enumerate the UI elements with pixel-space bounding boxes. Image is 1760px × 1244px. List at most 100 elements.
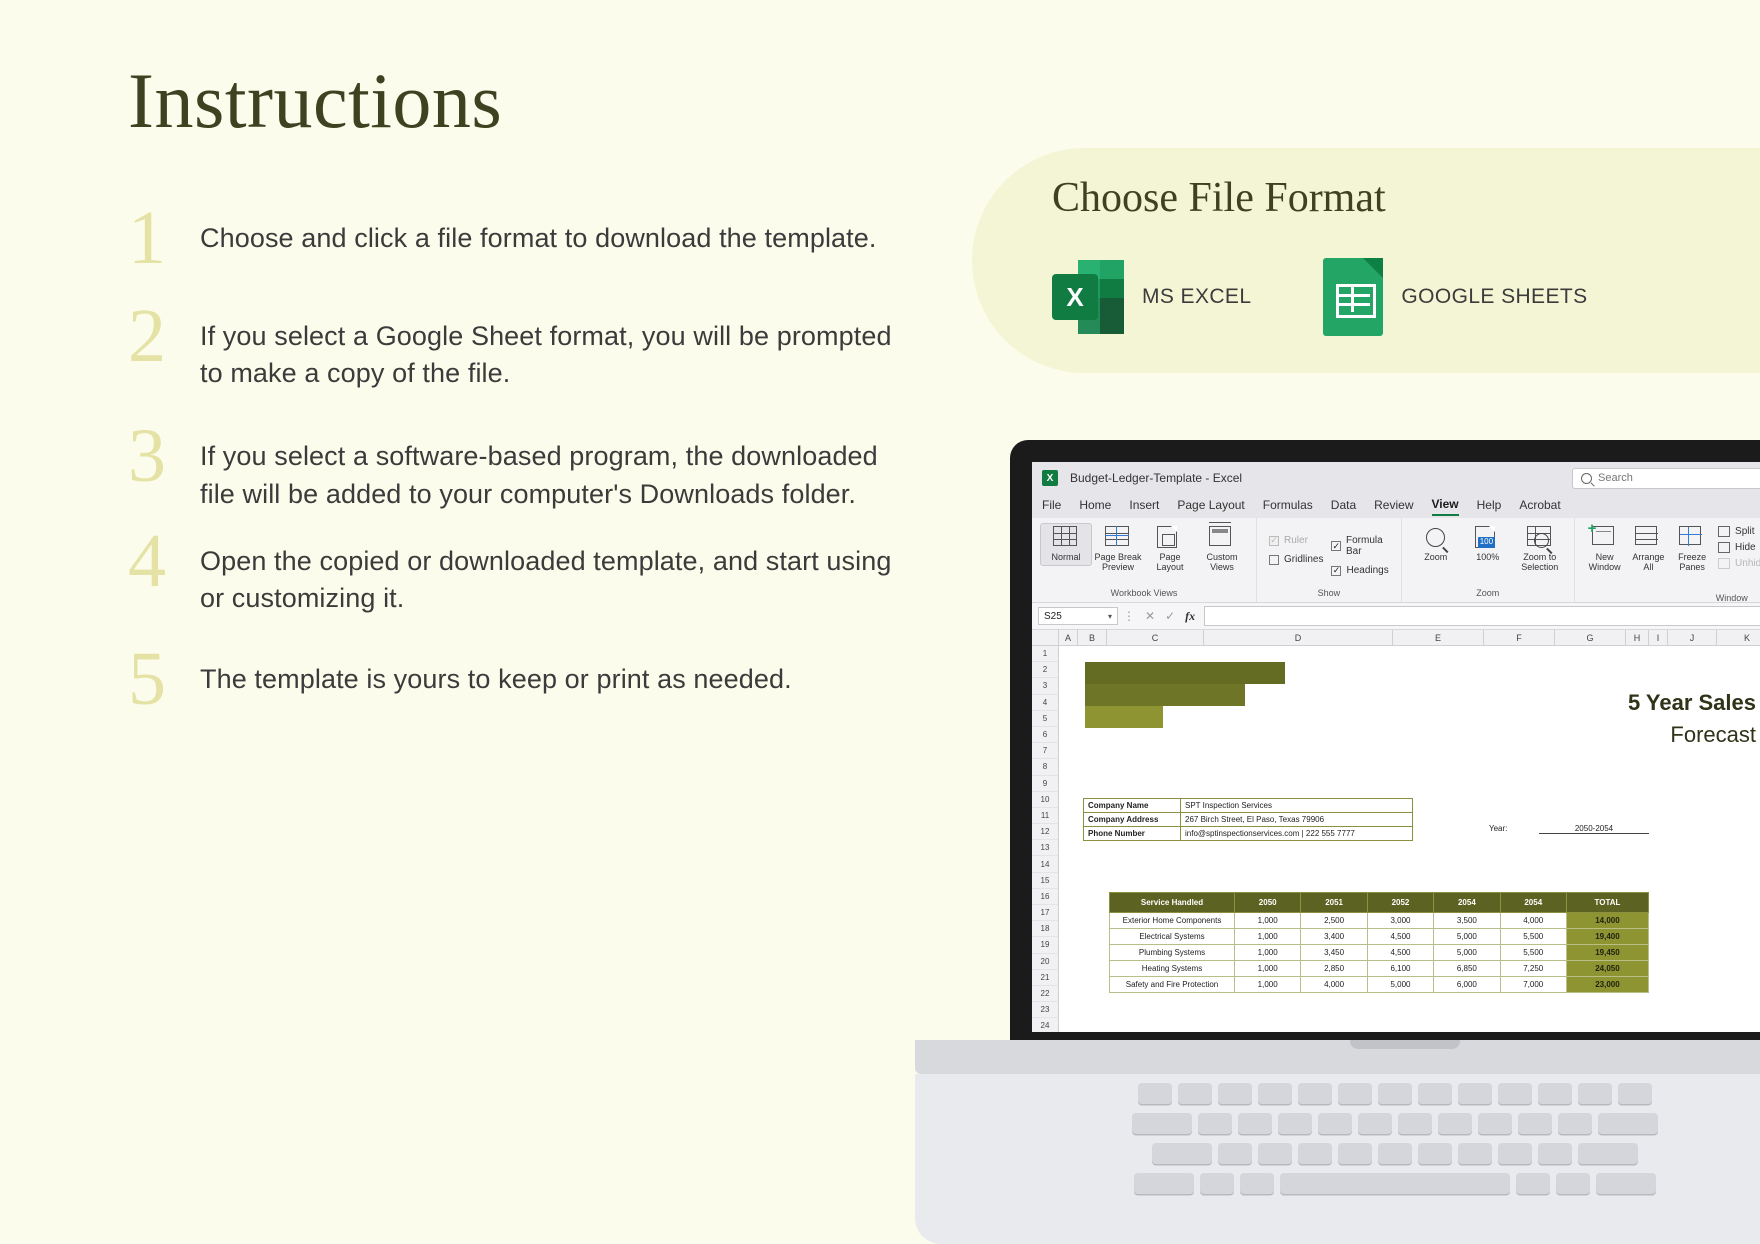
column-header-E[interactable]: E [1393, 630, 1484, 645]
row-header[interactable]: 10 [1032, 792, 1058, 808]
decorative-bar-2 [1085, 684, 1245, 706]
info-key: Company Name [1083, 798, 1181, 813]
zoom-button[interactable]: Zoom [1410, 523, 1462, 566]
year-value: 2050-2054 [1539, 824, 1649, 834]
column-header-C[interactable]: C [1107, 630, 1204, 645]
tab-file[interactable]: File [1042, 498, 1061, 515]
excel-ribbon: Normal Page Break Preview Page Layout Cu… [1032, 518, 1760, 603]
ruler-checkbox[interactable]: Ruler [1269, 535, 1323, 546]
row-header[interactable]: 7 [1032, 743, 1058, 760]
unhide-button[interactable]: Unhide [1718, 557, 1760, 569]
row-header[interactable]: 24 [1032, 1018, 1058, 1032]
row-header[interactable]: 11 [1032, 808, 1058, 825]
ms-excel-option[interactable]: X MS EXCEL [1052, 260, 1251, 334]
tab-help[interactable]: Help [1477, 498, 1502, 515]
row-header[interactable]: 4 [1032, 695, 1058, 711]
row-header[interactable]: 21 [1032, 970, 1058, 986]
table-row: Company Name SPT Inspection Services [1083, 798, 1413, 813]
page-layout-button[interactable]: Page Layout [1144, 523, 1196, 576]
hide-label: Hide [1735, 541, 1756, 553]
row-header[interactable]: 17 [1032, 905, 1058, 922]
table-row: Electrical Systems 1,000 3,400 4,500 5,0… [1109, 928, 1650, 945]
normal-view-button[interactable]: Normal [1040, 523, 1092, 566]
cell-value: 1,000 [1233, 944, 1302, 961]
cell-value: 6,000 [1433, 976, 1501, 993]
row-header[interactable]: 6 [1032, 727, 1058, 744]
column-header-F[interactable]: F [1484, 630, 1555, 645]
sheet-content[interactable]: 5 Year Sales Forecast Company Name SPT I… [1059, 646, 1760, 1032]
row-header[interactable]: 18 [1032, 921, 1058, 938]
tab-formulas[interactable]: Formulas [1263, 498, 1313, 515]
magnifier-icon [1426, 528, 1446, 547]
tab-data[interactable]: Data [1331, 498, 1356, 515]
cell-value: 4,500 [1366, 944, 1435, 961]
service-name: Heating Systems [1109, 960, 1235, 977]
page-break-preview-label: Page Break Preview [1094, 552, 1142, 572]
unhide-icon [1718, 557, 1731, 569]
chevron-down-icon[interactable]: ▾ [1108, 612, 1112, 621]
insert-function-icon[interactable]: fx [1185, 609, 1195, 624]
tab-view[interactable]: View [1431, 497, 1459, 516]
row-header[interactable]: 22 [1032, 986, 1058, 1003]
column-header-A[interactable]: A [1059, 630, 1078, 645]
format-options-row: X MS EXCEL GOOGLE SHEETS [1052, 258, 1660, 336]
formula-bar-checkbox[interactable]: Formula Bar [1331, 535, 1388, 557]
row-header[interactable]: 9 [1032, 776, 1058, 792]
select-all-corner[interactable] [1032, 630, 1059, 645]
row-header[interactable]: 1 [1032, 646, 1058, 663]
row-header[interactable]: 12 [1032, 824, 1058, 841]
row-header[interactable]: 19 [1032, 937, 1058, 954]
headings-checkbox[interactable]: Headings [1331, 565, 1389, 576]
new-window-button[interactable]: + New Window [1583, 521, 1627, 576]
gridlines-checkbox[interactable]: Gridlines [1269, 554, 1323, 565]
tab-insert[interactable]: Insert [1129, 498, 1159, 515]
zoom-100-button[interactable]: 100 100% [1462, 523, 1514, 566]
formula-input[interactable] [1204, 606, 1760, 626]
search-placeholder: Search [1598, 472, 1633, 484]
column-header-H[interactable]: H [1626, 630, 1649, 645]
google-sheets-option[interactable]: GOOGLE SHEETS [1323, 258, 1587, 336]
row-header[interactable]: 13 [1032, 840, 1058, 857]
row-header[interactable]: 3 [1032, 678, 1058, 695]
row-header[interactable]: 14 [1032, 856, 1058, 873]
arrange-all-button[interactable]: Arrange All [1627, 523, 1671, 576]
tab-page-layout[interactable]: Page Layout [1177, 498, 1244, 515]
column-header-B[interactable]: B [1078, 630, 1107, 645]
cancel-icon[interactable]: ✕ [1145, 609, 1155, 623]
row-header[interactable]: 2 [1032, 662, 1058, 679]
split-button[interactable]: Split [1718, 525, 1760, 537]
freeze-panes-button[interactable]: Freeze Panes [1670, 523, 1714, 576]
custom-views-label: Custom Views [1206, 552, 1238, 572]
column-header-J[interactable]: J [1668, 630, 1717, 645]
cell-value: 1,000 [1233, 912, 1302, 929]
zoom-to-selection-button[interactable]: Zoom to Selection [1514, 523, 1566, 576]
col-service-handled: Service Handled [1109, 892, 1235, 913]
excel-window: X Budget-Ledger-Template - Excel Search … [1032, 462, 1760, 1032]
col-2051: 2051 [1300, 892, 1368, 913]
row-header[interactable]: 23 [1032, 1002, 1058, 1019]
custom-views-button[interactable]: Custom Views [1196, 522, 1248, 576]
row-header[interactable]: 16 [1032, 889, 1058, 905]
row-header[interactable]: 20 [1032, 954, 1058, 970]
step-text: Choose and click a file format to downlo… [200, 223, 877, 253]
page-break-preview-button[interactable]: Page Break Preview [1092, 523, 1144, 576]
arrange-all-label: Arrange All [1632, 552, 1665, 572]
tab-acrobat[interactable]: Acrobat [1519, 498, 1560, 515]
excel-title-bar: X Budget-Ledger-Template - Excel Search [1032, 462, 1760, 494]
row-header[interactable]: 8 [1032, 759, 1058, 776]
column-header-K[interactable]: K [1717, 630, 1760, 645]
hide-button[interactable]: Hide [1718, 541, 1760, 553]
row-header[interactable]: 15 [1032, 873, 1058, 889]
cell-value: 3,400 [1300, 928, 1368, 945]
step-number: 2 [128, 293, 166, 378]
column-header-G[interactable]: G [1555, 630, 1626, 645]
search-input[interactable]: Search [1572, 467, 1760, 489]
row-header[interactable]: 5 [1032, 711, 1058, 727]
column-header-D[interactable]: D [1204, 630, 1393, 645]
tab-home[interactable]: Home [1079, 498, 1111, 515]
tab-review[interactable]: Review [1374, 498, 1413, 515]
name-box[interactable]: S25 ▾ [1038, 607, 1118, 625]
confirm-icon[interactable]: ✓ [1165, 609, 1175, 623]
column-header-I[interactable]: I [1649, 630, 1668, 645]
more-options-icon[interactable]: ⋮ [1123, 609, 1135, 623]
